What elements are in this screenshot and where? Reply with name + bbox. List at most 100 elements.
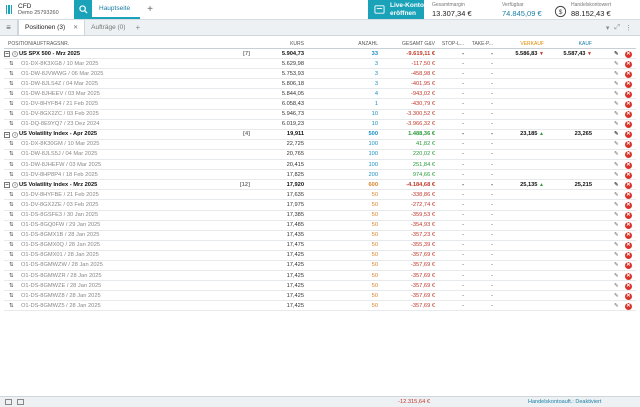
delete-icon[interactable]: ✕ — [625, 141, 632, 149]
cell-verkauf[interactable]: 5.586,83 ▼ — [500, 51, 544, 58]
cell-verkauf[interactable]: 25,135 ▲ — [500, 182, 544, 189]
delete-icon[interactable]: ✕ — [625, 80, 632, 88]
table-row[interactable]: ⇅ O1-DV-8HP8P4 / 18 Feb 2025 17,825 200 974,… — [4, 170, 636, 181]
col-header-kauf[interactable]: KAUF — [546, 41, 592, 48]
bars-logo-icon[interactable] — [0, 0, 18, 19]
delete-icon[interactable]: ✕ — [625, 181, 632, 189]
tab-positions[interactable]: Positionen (3) ✕ — [18, 20, 86, 35]
edit-pencil-icon[interactable]: ✎ — [614, 172, 619, 179]
group-row[interactable]: – i US SPX 500 - Mrz 2025 [7] 5.904,73 33 -9.6… — [4, 49, 636, 60]
close-icon[interactable]: ✕ — [73, 24, 78, 31]
delete-icon[interactable]: ✕ — [625, 131, 632, 139]
edit-pencil-icon[interactable]: ✎ — [614, 242, 619, 249]
edit-pencil-icon[interactable]: ✎ — [614, 222, 619, 229]
table-row[interactable]: ⇅ O1-DW-8JHEFW / 03 Mar 2025 20,415 100 251,… — [4, 160, 636, 171]
edit-pencil-icon[interactable]: ✎ — [614, 101, 619, 108]
delete-icon[interactable]: ✕ — [625, 242, 632, 250]
col-header-verkauf[interactable]: VERKAUF — [500, 41, 544, 48]
delete-icon[interactable]: ✕ — [625, 262, 632, 270]
add-tab-button[interactable]: + — [140, 0, 160, 19]
table-row[interactable]: ⇅ O1-DV-8HYFB4 / 21 Feb 2025 6.058,43 1 -430… — [4, 99, 636, 110]
edit-pencil-icon[interactable]: ✎ — [614, 283, 619, 290]
delete-icon[interactable]: ✕ — [625, 272, 632, 280]
table-row[interactable]: ⇅ O1-DS-8GMX01 / 28 Jan 2025 17,425 50 -357,… — [4, 251, 636, 261]
edit-pencil-icon[interactable]: ✎ — [614, 91, 619, 98]
col-header-gv[interactable]: GESAMT G&V — [381, 41, 435, 48]
delete-icon[interactable]: ✕ — [625, 212, 632, 219]
edit-pencil-icon[interactable]: ✎ — [614, 182, 619, 189]
delete-icon[interactable]: ✕ — [625, 302, 632, 310]
edit-pencil-icon[interactable]: ✎ — [614, 212, 619, 219]
edit-pencil-icon[interactable]: ✎ — [614, 273, 619, 280]
trading-status[interactable]: Handelskontoauft.: Deaktiviert — [528, 399, 601, 405]
edit-pencil-icon[interactable]: ✎ — [614, 81, 619, 88]
edit-pencil-icon[interactable]: ✎ — [614, 141, 619, 148]
table-row[interactable]: ⇅ O1-DS-8GMWZ5 / 28 Jan 2025 17,425 50 -357,… — [4, 301, 636, 312]
open-live-account-button[interactable]: Live-Konto eröffnen — [368, 0, 424, 19]
tab-hauptseite[interactable]: Hauptseite — [92, 0, 140, 19]
delete-icon[interactable]: ✕ — [625, 201, 632, 209]
edit-pencil-icon[interactable]: ✎ — [614, 71, 619, 78]
account-info[interactable]: CFD Demo 25793260 — [18, 0, 74, 19]
col-header-stop-loss[interactable]: STOP-L... — [437, 41, 464, 48]
table-row[interactable]: ⇅ O1-DS-8GMWZE / 28 Jan 2025 17,425 50 -357,… — [4, 281, 636, 292]
col-header-kurs[interactable]: KURS — [250, 41, 304, 48]
delete-icon[interactable]: ✕ — [625, 121, 632, 129]
table-row[interactable]: ⇅ O1-DS-8GMWZR / 28 Jan 2025 17,425 50 -357,… — [4, 271, 636, 282]
metric-account-value[interactable]: $ Handelskontowert 88.152,43 € — [550, 0, 640, 19]
table-row[interactable]: ⇅ O1-DW-8JHEEV / 03 Mar 2025 5.844,05 4 -943… — [4, 89, 636, 100]
col-header-anzahl[interactable]: ANZAHL — [308, 41, 378, 48]
delete-icon[interactable]: ✕ — [625, 151, 632, 159]
cell-kauf[interactable]: 5.587,43 ▼ — [546, 51, 592, 58]
col-header-position[interactable]: POSITION/AUFTRAGSNR. — [8, 41, 218, 48]
export-icon[interactable] — [5, 399, 12, 405]
table-row[interactable]: ⇅ O1-DW-8JVWWG / 06 Mar 2025 5.753,93 3 -458… — [4, 69, 636, 80]
edit-pencil-icon[interactable]: ✎ — [614, 111, 619, 118]
delete-icon[interactable]: ✕ — [625, 222, 632, 230]
settings-icon[interactable] — [17, 399, 24, 405]
delete-icon[interactable]: ✕ — [625, 161, 632, 169]
table-row[interactable]: ⇅ O1-DX-8K30GM / 10 Mar 2025 22,725 100 41,8… — [4, 140, 636, 150]
delete-icon[interactable]: ✕ — [625, 191, 632, 199]
delete-icon[interactable]: ✕ — [625, 282, 632, 290]
edit-pencil-icon[interactable]: ✎ — [614, 262, 619, 269]
group-row[interactable]: – i US Volatility Index - Mrz 2025 [12] 17,9… — [4, 180, 636, 191]
table-row[interactable]: ⇅ O1-DS-8GMX0Q / 28 Jan 2025 17,475 50 -355,… — [4, 241, 636, 251]
delete-icon[interactable]: ✕ — [625, 232, 632, 240]
table-row[interactable]: ⇅ O1-DX-8K3XG8 / 10 Mar 2025 5.629,98 3 -117… — [4, 59, 636, 70]
edit-pencil-icon[interactable]: ✎ — [614, 192, 619, 199]
table-row[interactable]: ⇅ O1-DV-8GX2ZE / 03 Feb 2025 17,975 50 -272,… — [4, 200, 636, 211]
table-row[interactable]: ⇅ O1-DV-8GX2ZC / 03 Feb 2025 5.946,73 10 -3.… — [4, 110, 636, 120]
edit-pencil-icon[interactable]: ✎ — [614, 61, 619, 68]
edit-pencil-icon[interactable]: ✎ — [614, 232, 619, 239]
cell-kauf[interactable]: 25,215 — [546, 182, 592, 189]
table-row[interactable]: ⇅ O1-DS-8GMWZ8 / 28 Jan 2025 17,425 50 -357,… — [4, 291, 636, 302]
cell-kauf[interactable]: 23,265 — [546, 131, 592, 138]
menu-icon[interactable]: ≡ — [0, 20, 18, 35]
delete-icon[interactable]: ✕ — [625, 50, 632, 58]
cell-verkauf[interactable]: 23,185 ▲ — [500, 131, 544, 138]
delete-icon[interactable]: ✕ — [625, 100, 632, 108]
table-row[interactable]: ⇅ O1-DQ-8E9YQ7 / 23 Dez 2024 6.019,23 10 -3.… — [4, 120, 636, 130]
tab-orders[interactable]: Aufträge (0) — [85, 20, 131, 35]
table-row[interactable]: ⇅ O1-DW-8JLS5J / 04 Mar 2025 20,765 100 220,… — [4, 150, 636, 161]
edit-pencil-icon[interactable]: ✎ — [614, 162, 619, 169]
edit-pencil-icon[interactable]: ✎ — [614, 303, 619, 310]
edit-pencil-icon[interactable]: ✎ — [614, 51, 619, 58]
group-row[interactable]: – i US Volatility Index - Apr 2025 [4] 19,91… — [4, 130, 636, 140]
table-row[interactable]: ⇅ O1-DS-8GSFE3 / 30 Jan 2025 17,385 50 -359,… — [4, 211, 636, 221]
table-row[interactable]: ⇅ O1-DV-8HYFBE / 21 Feb 2025 17,635 50 -338,… — [4, 190, 636, 201]
delete-icon[interactable]: ✕ — [625, 90, 632, 98]
delete-icon[interactable]: ✕ — [625, 111, 632, 119]
table-row[interactable]: ⇅ O1-DS-8GMX1B / 28 Jan 2025 17,435 50 -357,… — [4, 231, 636, 241]
edit-pencil-icon[interactable]: ✎ — [614, 121, 619, 128]
edit-pencil-icon[interactable]: ✎ — [614, 131, 619, 138]
edit-pencil-icon[interactable]: ✎ — [614, 151, 619, 158]
collapse-icon[interactable]: ▾ — [606, 24, 610, 32]
delete-icon[interactable]: ✕ — [625, 171, 632, 179]
table-row[interactable]: ⇅ O1-DS-8GMWZW / 28 Jan 2025 17,425 50 -357,… — [4, 261, 636, 272]
edit-pencil-icon[interactable]: ✎ — [614, 293, 619, 300]
delete-icon[interactable]: ✕ — [625, 70, 632, 78]
col-header-take-profit[interactable]: TAKE-P... — [466, 41, 493, 48]
table-row[interactable]: ⇅ O1-DS-8GQ0FW / 29 Jan 2025 17,485 50 -354,… — [4, 221, 636, 231]
